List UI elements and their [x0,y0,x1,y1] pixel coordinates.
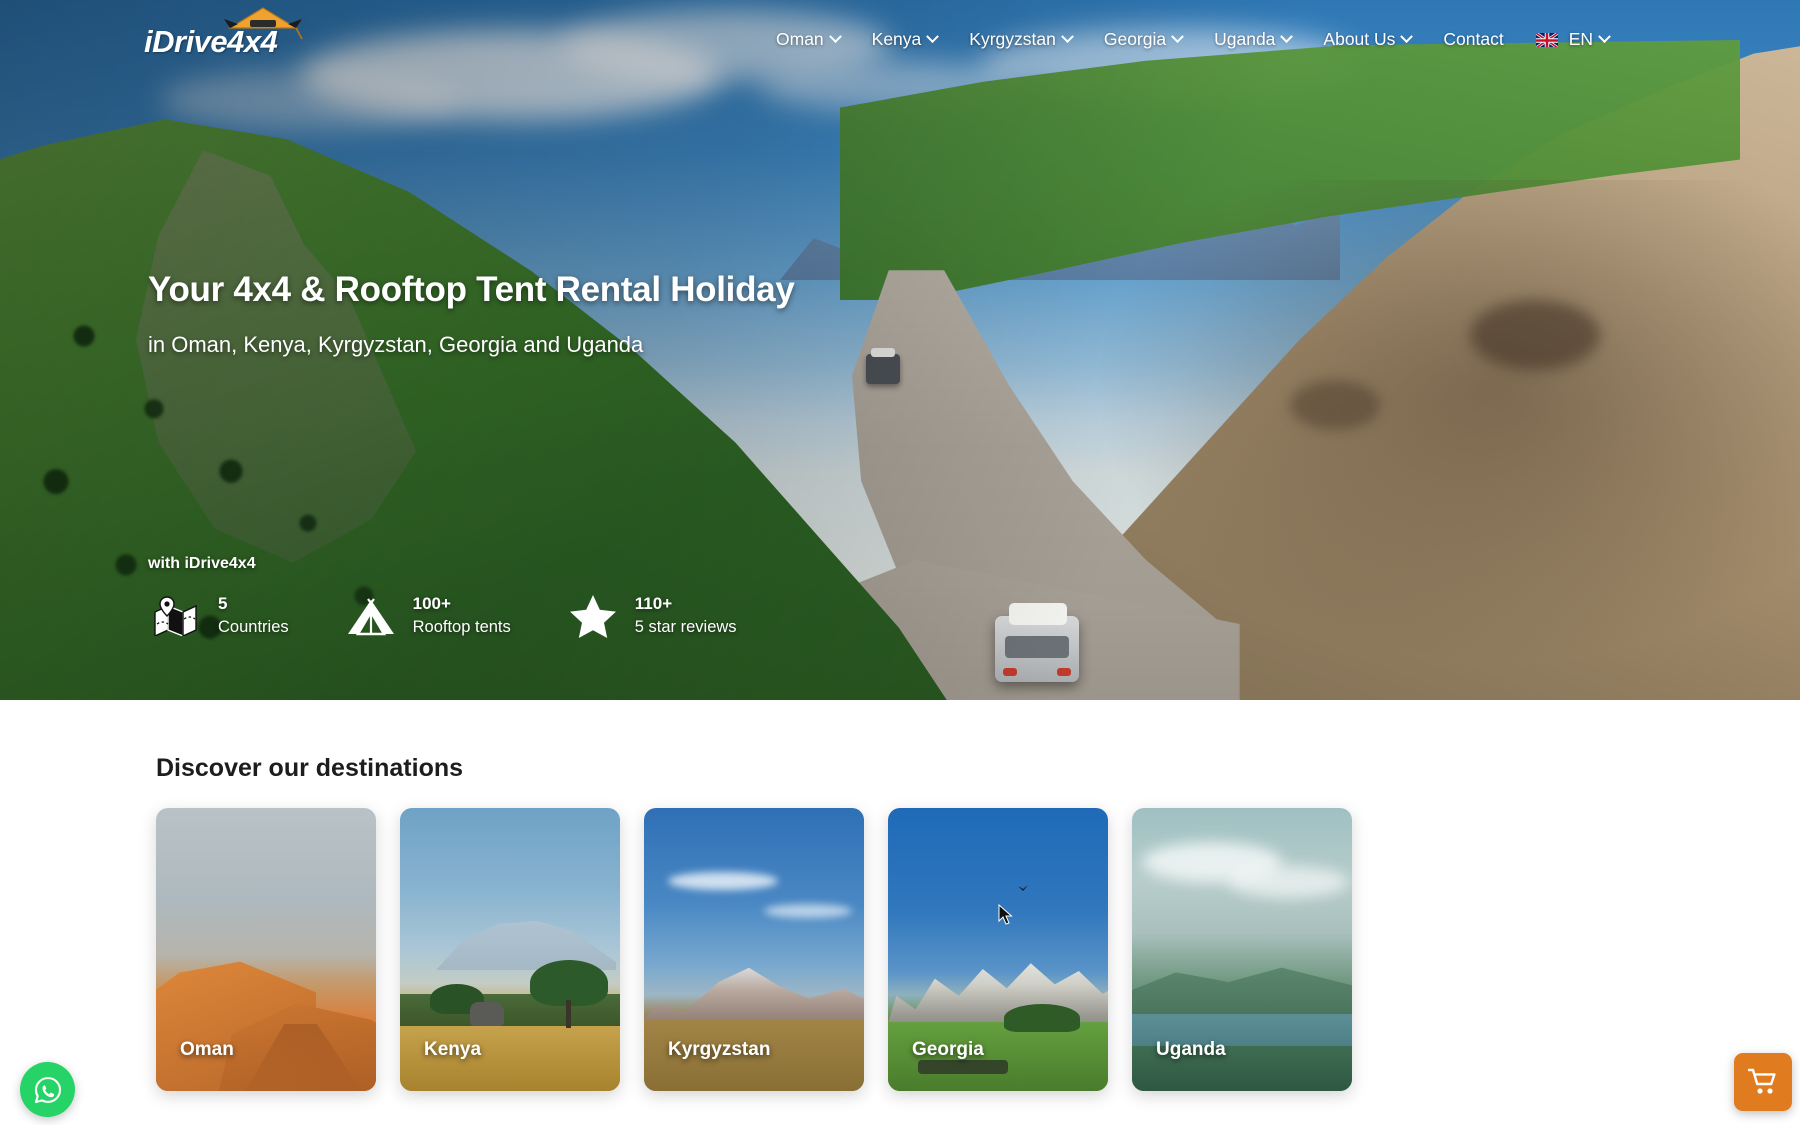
star-icon [565,591,621,641]
acacia-tree [530,960,608,1028]
bird-icon [1018,885,1028,891]
stats-heading: with iDrive4x4 [148,555,256,572]
logo-wordmark: iDrive4x4 [144,24,278,59]
stat-label: Rooftop tents [412,618,511,637]
whatsapp-button[interactable] [20,1062,75,1117]
card-label: Kyrgyzstan [668,1039,771,1060]
nav-item-uganda[interactable]: Uganda [1198,29,1307,50]
stat-value: 110+ [634,594,673,614]
nav-item-georgia[interactable]: Georgia [1088,29,1198,50]
hero-title: Your 4x4 & Rooftop Tent Rental Holiday [148,270,795,309]
hero-copy: Your 4x4 & Rooftop Tent Rental Holiday i… [148,270,795,358]
chevron-down-icon [1598,29,1611,43]
nav-item-about-us[interactable]: About Us [1307,29,1427,50]
stat-label: Countries [218,618,289,637]
shopping-cart-icon [1747,1068,1776,1094]
destination-card-kenya[interactable]: Kenya [400,808,620,1091]
page-root: iDrive4x4 Oman Kenya Kyrgyzstan Georgia [0,0,1800,1125]
uk-flag-icon [1535,31,1558,47]
cloud [1228,866,1348,898]
whatsapp-icon [34,1076,61,1103]
cart-button[interactable] [1734,1053,1792,1111]
stat-countries: 5 Countries [148,591,289,641]
tent-icon [343,591,399,641]
nav-label: Oman [776,28,824,49]
chevron-down-icon [828,29,842,43]
nav-item-kyrgyzstan[interactable]: Kyrgyzstan [953,29,1088,50]
stats-row: 5 Countries 100+ Rooftop tents 110+ 5 st… [148,591,791,641]
nav-label: Contact [1443,28,1504,49]
destination-card-georgia[interactable]: Georgia [888,808,1108,1091]
cloud [668,872,778,890]
destination-card-kyrgyzstan[interactable]: Kyrgyzstan [644,808,864,1091]
tree-cluster [1004,1004,1080,1032]
destination-card-oman[interactable]: Oman [156,808,376,1091]
chevron-down-icon [926,29,940,43]
hero-section: iDrive4x4 Oman Kenya Kyrgyzstan Georgia [0,0,1800,700]
nav-item-kenya[interactable]: Kenya [856,29,954,50]
nav-item-oman[interactable]: Oman [760,29,856,50]
destination-cards: Oman Kenya Kyrgyzstan Georgia Uganda [156,808,1352,1091]
cloud [764,904,852,918]
stat-value: 100+ [412,594,451,614]
site-logo[interactable]: iDrive4x4 [144,7,319,66]
stat-text: 100+ Rooftop tents [413,593,511,638]
mouse-cursor [998,904,1013,925]
stat-text: 110+ 5 star reviews [635,593,737,638]
chevron-down-icon [1060,29,1074,43]
card-label: Oman [180,1039,234,1060]
main-navigation: iDrive4x4 Oman Kenya Kyrgyzstan Georgia [0,0,1800,78]
card-label: Kenya [424,1039,482,1060]
chevron-down-icon [1171,29,1184,43]
nav-menu: Oman Kenya Kyrgyzstan Georgia Uganda Abo… [760,0,1625,78]
nav-label: Kyrgyzstan [969,28,1056,49]
stat-reviews: 110+ 5 star reviews [565,591,737,641]
hero-subtitle: in Oman, Kenya, Kyrgyzstan, Georgia and … [148,332,644,357]
card-label: Georgia [912,1039,984,1060]
map-pin-icon [148,591,204,641]
language-code: EN [1568,28,1594,49]
stat-rooftop-tents: 100+ Rooftop tents [343,591,511,641]
language-selector[interactable]: EN [1520,29,1625,50]
nav-label: Georgia [1103,28,1167,49]
hero-stats: with iDrive4x4 5 Countries 100+ Rooftop … [148,555,791,641]
section-title: Discover our destinations [156,754,464,782]
nav-label: About Us [1323,28,1396,49]
card-label: Uganda [1156,1039,1226,1060]
stat-value: 5 [218,594,228,614]
destination-card-uganda[interactable]: Uganda [1132,808,1352,1091]
stat-label: 5 star reviews [634,618,737,637]
nav-label: Kenya [871,28,922,49]
rock-outcrop [918,1060,1008,1074]
destinations-section: Discover our destinations Oman Kenya Kyr… [0,700,1800,1125]
chevron-down-icon [1280,29,1294,43]
nav-item-contact[interactable]: Contact [1427,29,1519,50]
stat-text: 5 Countries [218,593,289,638]
chevron-down-icon [1400,29,1414,43]
nav-label: Uganda [1214,28,1276,49]
elephant [470,1002,504,1026]
